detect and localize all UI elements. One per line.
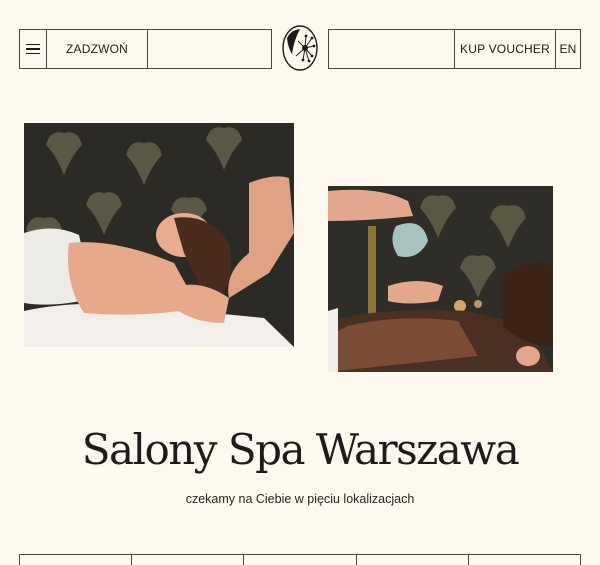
page-subtitle: czekamy na Ciebie w pięciu lokalizacjach xyxy=(185,492,415,506)
call-button[interactable]: ZADZWOŃ xyxy=(47,30,148,68)
menu-button[interactable] xyxy=(20,30,47,68)
flower-logo-icon[interactable] xyxy=(281,24,319,72)
location-card[interactable] xyxy=(19,555,131,565)
location-card[interactable] xyxy=(243,555,355,565)
location-card[interactable] xyxy=(355,555,468,565)
hamburger-menu-icon xyxy=(26,43,40,55)
language-switch-button[interactable]: EN xyxy=(555,30,580,68)
spa-head-massage-photo xyxy=(24,123,294,347)
nav-left-group: ZADZWOŃ xyxy=(19,29,272,69)
location-card[interactable] xyxy=(131,555,243,565)
top-navigation: ZADZWOŃ KUP VOUCHER EN xyxy=(19,25,581,71)
spa-oil-massage-photo xyxy=(328,186,553,372)
buy-voucher-button[interactable]: KUP VOUCHER xyxy=(454,30,555,68)
location-card[interactable] xyxy=(467,555,582,565)
page-title: Salony Spa Warszawa xyxy=(81,425,520,474)
nav-right-group: KUP VOUCHER EN xyxy=(328,29,581,69)
